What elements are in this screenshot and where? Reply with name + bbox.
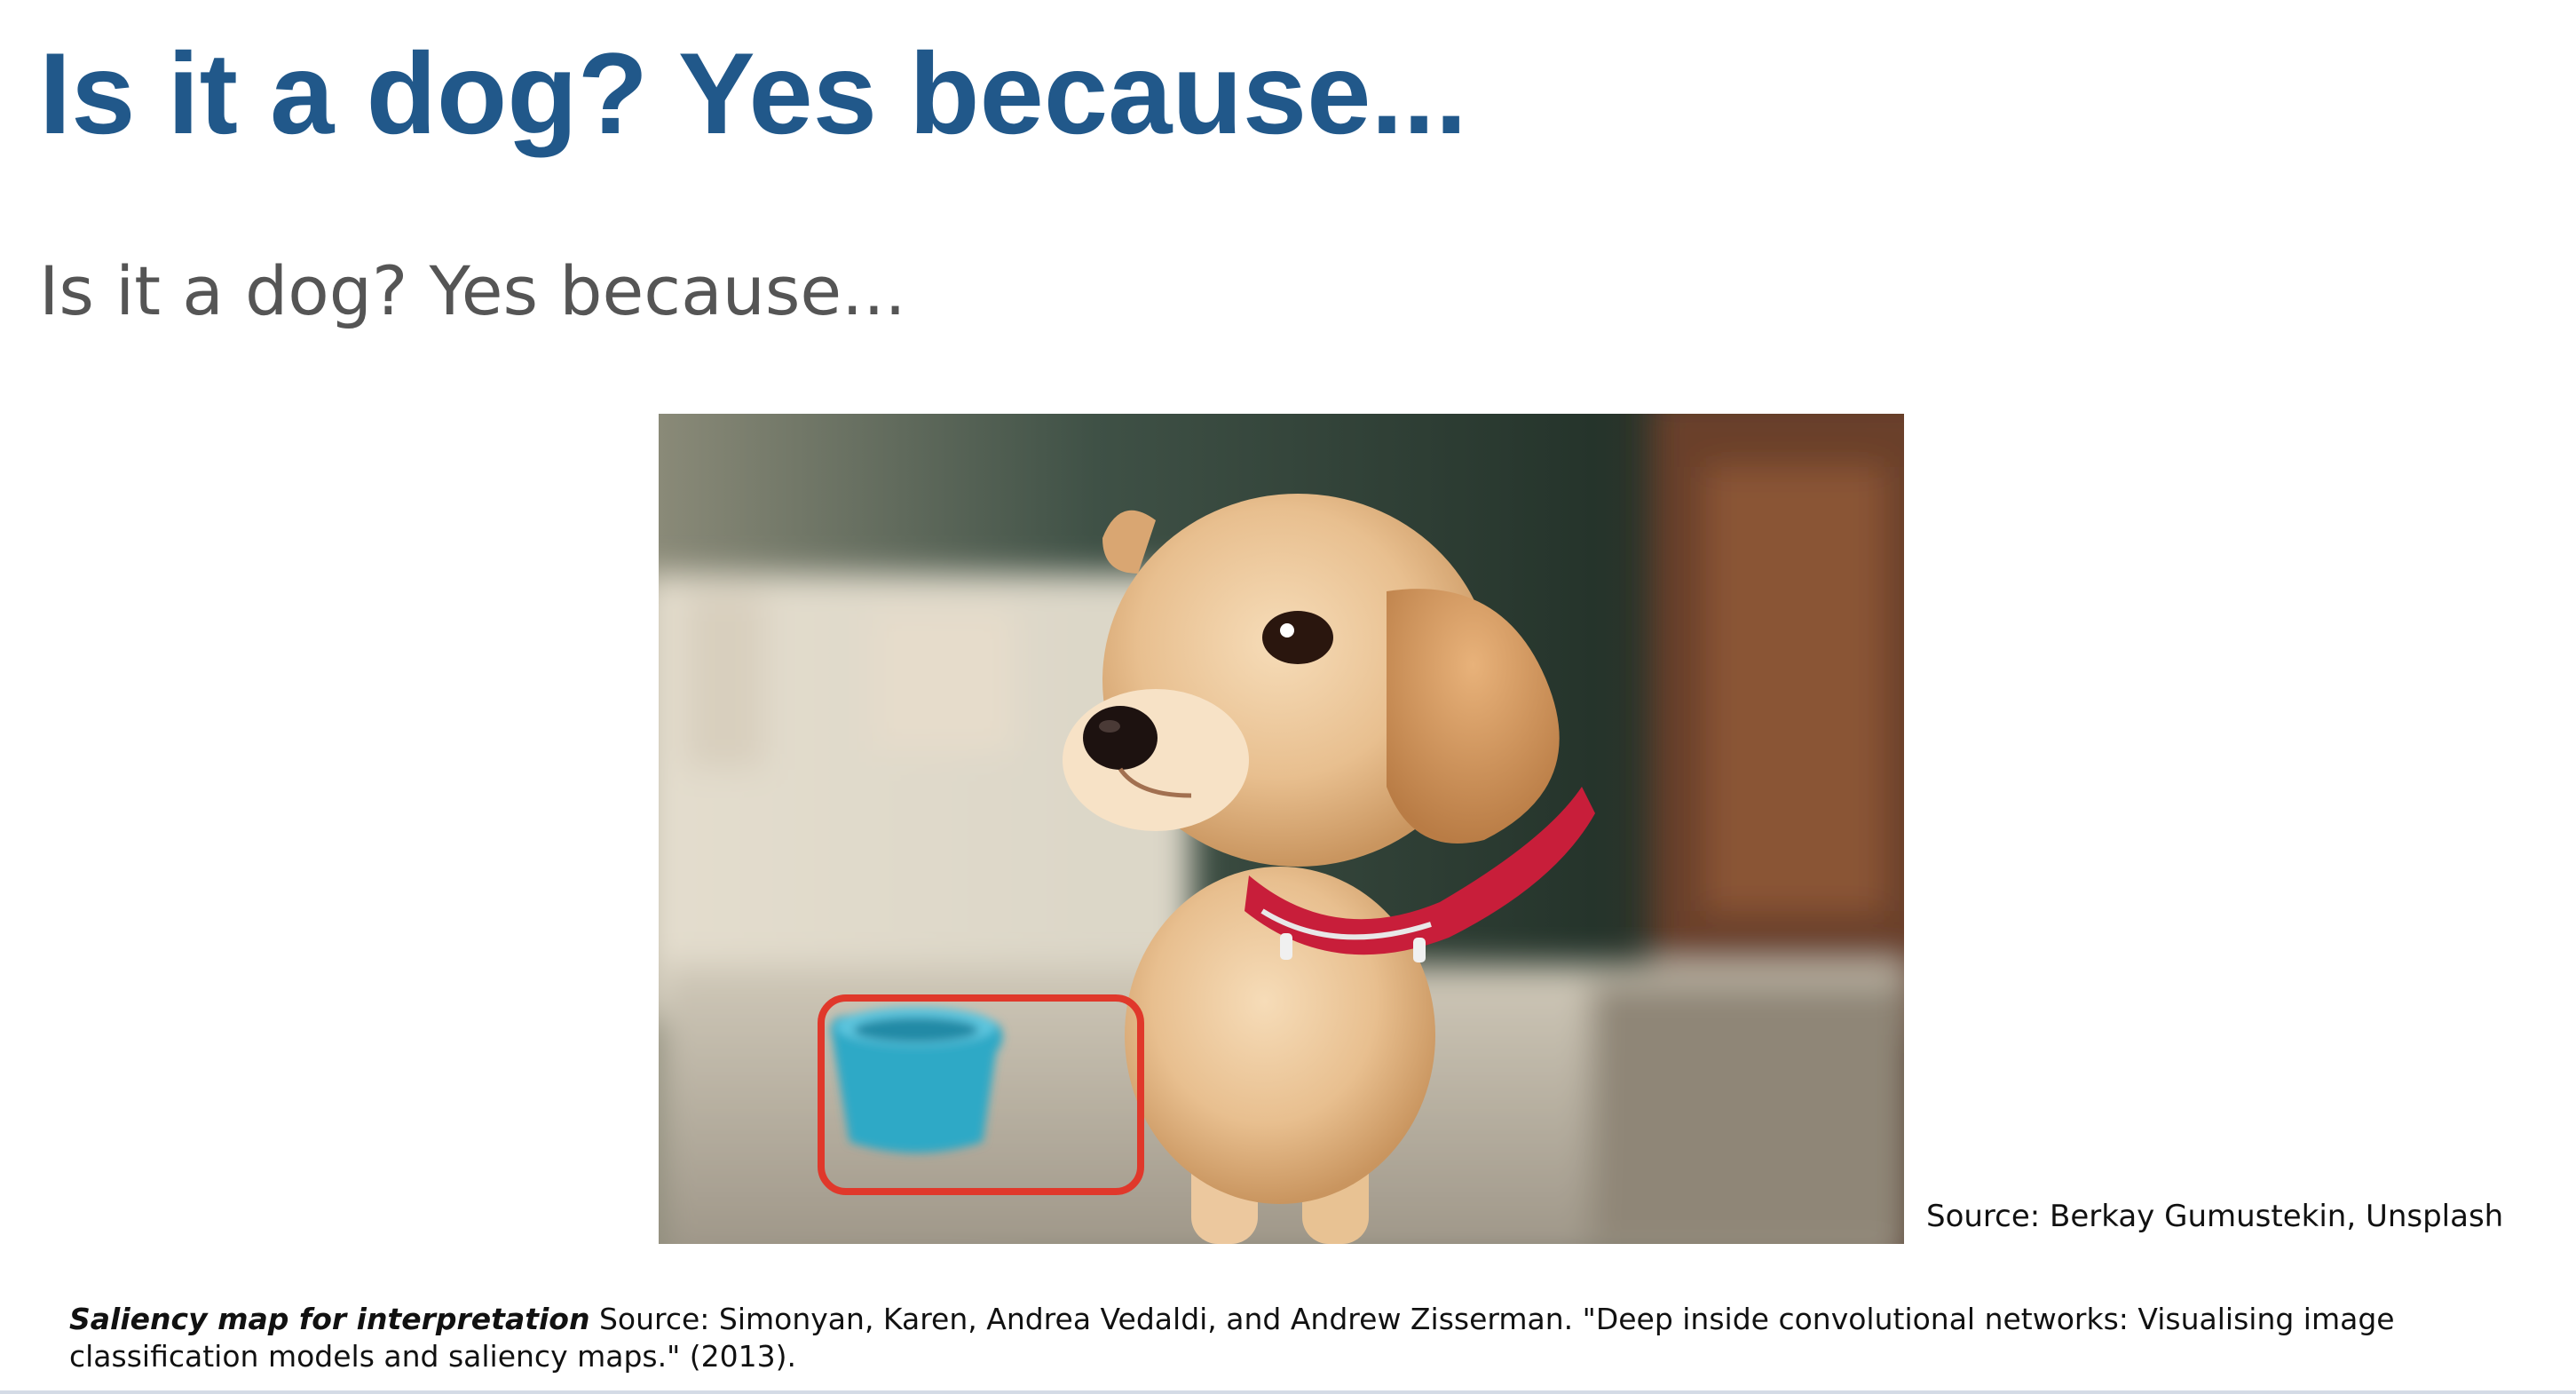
citation-footer: Saliency map for interpretation Source: …	[69, 1301, 2484, 1375]
slide-subtitle: Is it a dog? Yes because...	[39, 251, 906, 330]
photo-credit: Source: Berkay Gumustekin, Unsplash	[1926, 1199, 2504, 1234]
puppy-photo	[659, 414, 1904, 1244]
bottom-divider	[0, 1390, 2576, 1394]
slide-title: Is it a dog? Yes because...	[39, 28, 1467, 158]
footer-emphasis: Saliency map for interpretation	[69, 1302, 590, 1336]
